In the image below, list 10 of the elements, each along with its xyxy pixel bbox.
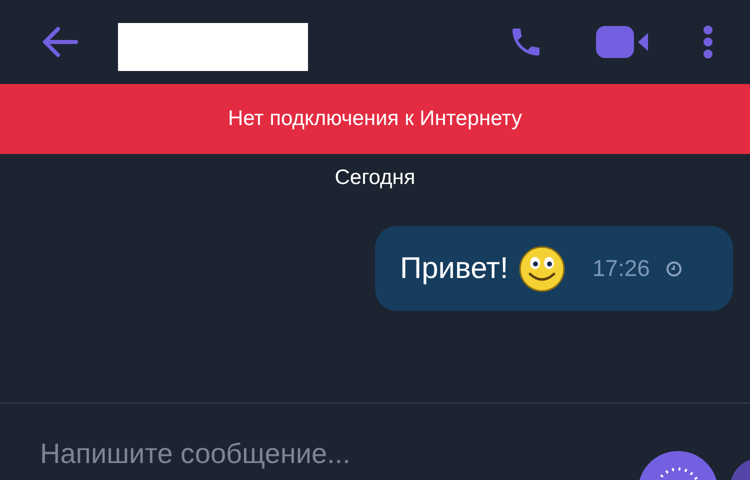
smiley-emoji-icon [518, 244, 566, 292]
message-time: 17:26 [592, 255, 650, 282]
video-camera-icon[interactable] [596, 26, 650, 58]
date-label: Сегодня [334, 166, 416, 190]
no-connection-banner: Нет подключения к Интернету [0, 84, 750, 154]
more-options-icon[interactable] [702, 25, 714, 59]
message-text: Привет! [400, 252, 508, 286]
clock-icon [666, 260, 682, 276]
message-input-field[interactable]: Напишите сообщение... [40, 434, 638, 474]
back-arrow-icon[interactable] [42, 26, 78, 58]
